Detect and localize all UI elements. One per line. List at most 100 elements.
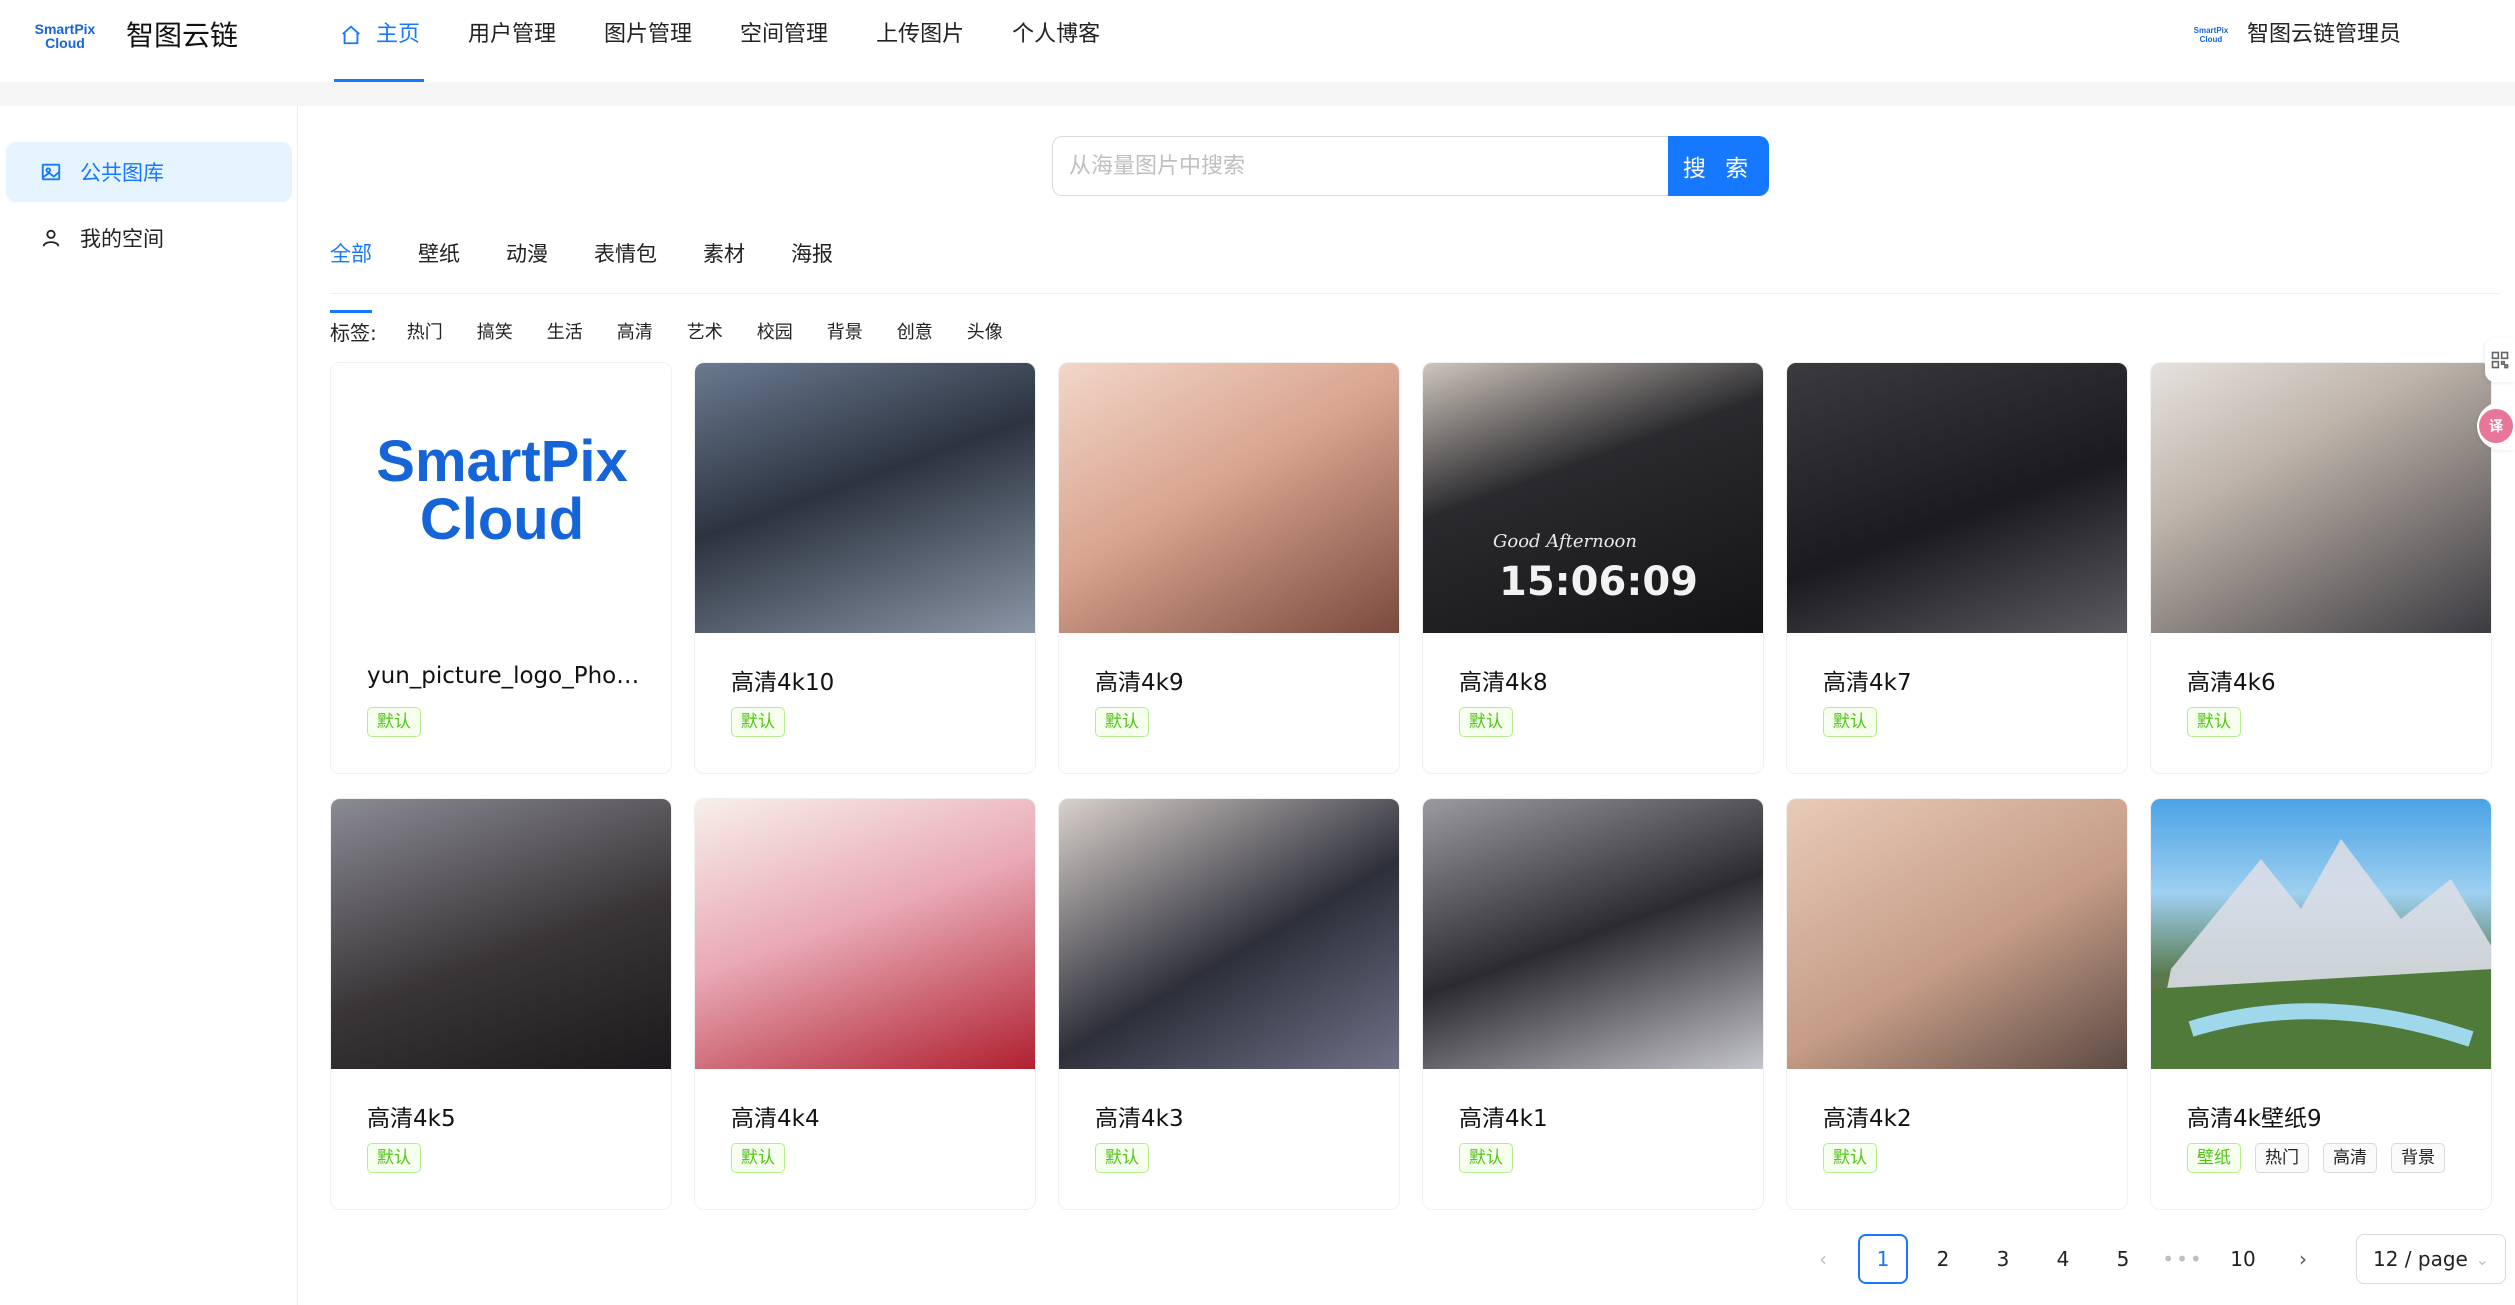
tab-material[interactable]: 素材 [703, 234, 745, 293]
chevron-down-icon: ⌄ [2475, 1249, 2489, 1269]
picture-card[interactable]: 高清4k4 默认 [694, 798, 1036, 1210]
search-input[interactable] [1052, 136, 1668, 196]
picture-title: 高清4k6 [2187, 670, 2276, 696]
picture-title: 高清4k2 [1823, 1106, 1912, 1132]
next-page-button[interactable]: › [2278, 1234, 2328, 1284]
tag-background[interactable]: 背景 [817, 314, 873, 348]
picture-thumbnail[interactable] [1059, 363, 1399, 633]
tab-all[interactable]: 全部 [330, 234, 372, 313]
picture-tags: 默认 [1095, 1143, 1163, 1173]
qrcode-icon[interactable] [2485, 338, 2515, 382]
page-button[interactable]: 1 [1858, 1234, 1908, 1284]
logo-text-line1: SmartPix [376, 429, 628, 494]
tag-avatar[interactable]: 头像 [957, 314, 1013, 348]
picture-title: 高清4k9 [1095, 670, 1184, 696]
picture-thumbnail[interactable] [2151, 363, 2491, 633]
nav-blog[interactable]: 个人博客 [1012, 0, 1100, 82]
brand-title[interactable]: 智图云链 [126, 16, 238, 56]
picture-card[interactable]: 高清4k10 默认 [694, 362, 1036, 774]
picture-thumbnail[interactable] [1423, 799, 1763, 1069]
search-button[interactable]: 搜 索 [1668, 136, 1769, 196]
nav-space-manage[interactable]: 空间管理 [740, 0, 828, 82]
user-menu[interactable]: SmartPix Cloud 智图云链管理员 [2191, 20, 2401, 50]
picture-tags: 默认 [1823, 707, 1891, 737]
page-button[interactable]: 5 [2098, 1234, 2148, 1284]
nav-upload[interactable]: 上传图片 [876, 0, 964, 82]
tag-chip[interactable]: 默认 [731, 1143, 785, 1173]
picture-title: 高清4k7 [1823, 670, 1912, 696]
picture-card[interactable]: 高清4k壁纸9 壁纸 热门 高清 背景 [2150, 798, 2492, 1210]
tag-chip[interactable]: 默认 [731, 707, 785, 737]
nav-user-manage[interactable]: 用户管理 [468, 0, 556, 82]
tag-hd[interactable]: 高清 [607, 314, 663, 348]
tab-anime[interactable]: 动漫 [506, 234, 548, 293]
picture-tags: 默认 [731, 1143, 799, 1173]
page-size-select[interactable]: 12 / page ⌄ [2356, 1234, 2506, 1284]
picture-tags: 默认 [367, 707, 435, 737]
tag-life[interactable]: 生活 [537, 314, 593, 348]
picture-card[interactable]: 高清4k5 默认 [330, 798, 672, 1210]
picture-thumbnail[interactable] [695, 363, 1035, 633]
picture-thumbnail[interactable] [2151, 799, 2491, 1069]
tag-chip[interactable]: 默认 [2187, 707, 2241, 737]
tags-label: 标签: [330, 320, 377, 345]
tag-chip[interactable]: 壁纸 [2187, 1143, 2241, 1173]
tag-chip[interactable]: 默认 [1459, 707, 1513, 737]
main-content: 搜 索 全部 壁纸 动漫 表情包 素材 海报 标签: 热门 搞笑 生活 高清 艺… [298, 106, 2515, 1305]
picture-thumbnail[interactable] [695, 799, 1035, 1069]
picture-card[interactable]: SmartPix Cloud yun_picture_logo_Phot... 默认 [330, 362, 672, 774]
picture-card[interactable]: 高清4k7 默认 [1786, 362, 2128, 774]
tag-creative[interactable]: 创意 [887, 314, 943, 348]
picture-thumbnail[interactable]: SmartPix Cloud [331, 363, 671, 633]
tag-chip[interactable]: 默认 [1095, 707, 1149, 737]
avatar-line2: Cloud [2199, 35, 2223, 44]
tag-chip[interactable]: 默认 [367, 1143, 421, 1173]
picture-tags: 默认 [1459, 707, 1527, 737]
picture-card[interactable]: Good Afternoon 15:06:09 高清4k8 默认 [1422, 362, 1764, 774]
picture-thumbnail[interactable]: Good Afternoon 15:06:09 [1423, 363, 1763, 633]
logo[interactable]: SmartPix Cloud [32, 18, 98, 54]
top-header: SmartPix Cloud 智图云链 主页 用户管理 图片管理 空间管理 上传… [0, 0, 2515, 82]
tab-poster[interactable]: 海报 [791, 234, 833, 293]
tag-chip[interactable]: 热门 [2255, 1143, 2309, 1173]
tag-filter: 标签: 热门 搞笑 生活 高清 艺术 校园 背景 创意 头像 [330, 314, 1027, 348]
picture-tags: 默认 [1823, 1143, 1891, 1173]
tag-funny[interactable]: 搞笑 [467, 314, 523, 348]
picture-card[interactable]: 高清4k9 默认 [1058, 362, 1400, 774]
sidebar-item-my-space[interactable]: 我的空间 [6, 208, 292, 268]
page-button[interactable]: 10 [2218, 1234, 2268, 1284]
nav-picture-manage[interactable]: 图片管理 [604, 0, 692, 82]
page-button[interactable]: 4 [2038, 1234, 2088, 1284]
tag-hot[interactable]: 热门 [397, 314, 453, 348]
picture-thumbnail[interactable] [1787, 799, 2127, 1069]
tag-chip[interactable]: 高清 [2323, 1143, 2377, 1173]
tag-chip[interactable]: 默认 [1823, 707, 1877, 737]
picture-thumbnail[interactable] [1787, 363, 2127, 633]
sidebar-item-public-gallery[interactable]: 公共图库 [6, 142, 292, 202]
picture-card[interactable]: 高清4k3 默认 [1058, 798, 1400, 1210]
picture-card[interactable]: 高清4k1 默认 [1422, 798, 1764, 1210]
picture-thumbnail[interactable] [331, 799, 671, 1069]
picture-card[interactable]: 高清4k6 默认 [2150, 362, 2492, 774]
nav-home[interactable]: 主页 [333, 0, 425, 82]
page-button[interactable]: 3 [1978, 1234, 2028, 1284]
tag-chip[interactable]: 默认 [1823, 1143, 1877, 1173]
picture-thumbnail[interactable] [1059, 799, 1399, 1069]
user-icon [42, 229, 60, 247]
picture-tags: 默认 [1095, 707, 1163, 737]
tag-chip[interactable]: 背景 [2391, 1143, 2445, 1173]
page-ellipsis[interactable]: ••• [2158, 1234, 2208, 1284]
tag-art[interactable]: 艺术 [677, 314, 733, 348]
prev-page-button[interactable]: ‹ [1798, 1234, 1848, 1284]
tag-campus[interactable]: 校园 [747, 314, 803, 348]
tag-chip[interactable]: 默认 [1095, 1143, 1149, 1173]
sidebar: 公共图库 我的空间 [0, 106, 298, 1305]
picture-card[interactable]: 高清4k2 默认 [1786, 798, 2128, 1210]
watch-time-text: 15:06:09 [1499, 559, 1698, 605]
tab-emoji[interactable]: 表情包 [594, 234, 657, 293]
page-button[interactable]: 2 [1918, 1234, 1968, 1284]
picture-icon [41, 163, 61, 181]
tag-chip[interactable]: 默认 [1459, 1143, 1513, 1173]
tag-chip[interactable]: 默认 [367, 707, 421, 737]
tab-wallpaper[interactable]: 壁纸 [418, 234, 460, 293]
